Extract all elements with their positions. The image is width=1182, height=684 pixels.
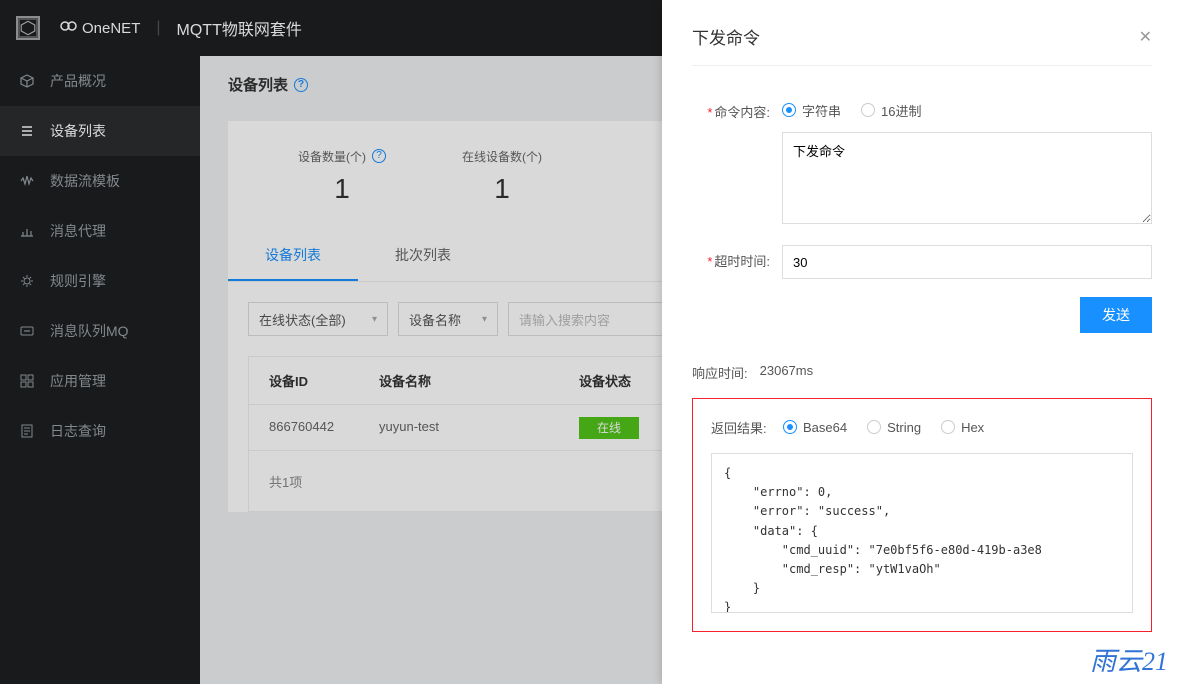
radio-label: 字符串 [802,101,841,120]
command-drawer: 下发命令 ✕ *命令内容: 字符串 16进制 *超时时间: 发送 响应时间: [662,0,1182,684]
command-textarea[interactable] [782,132,1152,224]
radio-hex[interactable]: 16进制 [861,101,921,120]
response-label: 响应时间: [692,363,748,382]
content-type-radios: 字符串 16进制 [782,96,1152,124]
radio-base64[interactable]: Base64 [783,420,847,435]
radio-hex-out[interactable]: Hex [941,420,984,435]
radio-label: Base64 [803,420,847,435]
send-button[interactable]: 发送 [1080,297,1152,333]
response-row: 响应时间: 23067ms [692,363,1152,382]
send-row: 发送 [692,297,1152,333]
radio-string-out[interactable]: String [867,420,921,435]
result-output[interactable]: { "errno": 0, "error": "success", "data"… [711,453,1133,613]
drawer-header: 下发命令 ✕ [662,0,1182,65]
timeout-label: *超时时间: [692,245,782,279]
result-box: 返回结果: Base64 String Hex { "errno": 0, "e… [692,398,1152,632]
drawer-title: 下发命令 [692,24,760,49]
result-format-radios: Base64 String Hex [783,413,984,441]
radio-label: String [887,420,921,435]
timeout-row: *超时时间: [692,245,1152,279]
response-value: 23067ms [760,363,813,382]
close-icon[interactable]: ✕ [1139,27,1152,47]
drawer-body: *命令内容: 字符串 16进制 *超时时间: 发送 响应时间: 23067ms [662,66,1182,642]
radio-label: Hex [961,420,984,435]
result-head: 返回结果: Base64 String Hex [711,413,1133,441]
result-label: 返回结果: [711,418,783,437]
content-row: *命令内容: 字符串 16进制 [692,96,1152,227]
timeout-input[interactable] [782,245,1152,279]
radio-label: 16进制 [881,101,921,120]
radio-string[interactable]: 字符串 [782,101,841,120]
content-label: *命令内容: [692,96,782,227]
